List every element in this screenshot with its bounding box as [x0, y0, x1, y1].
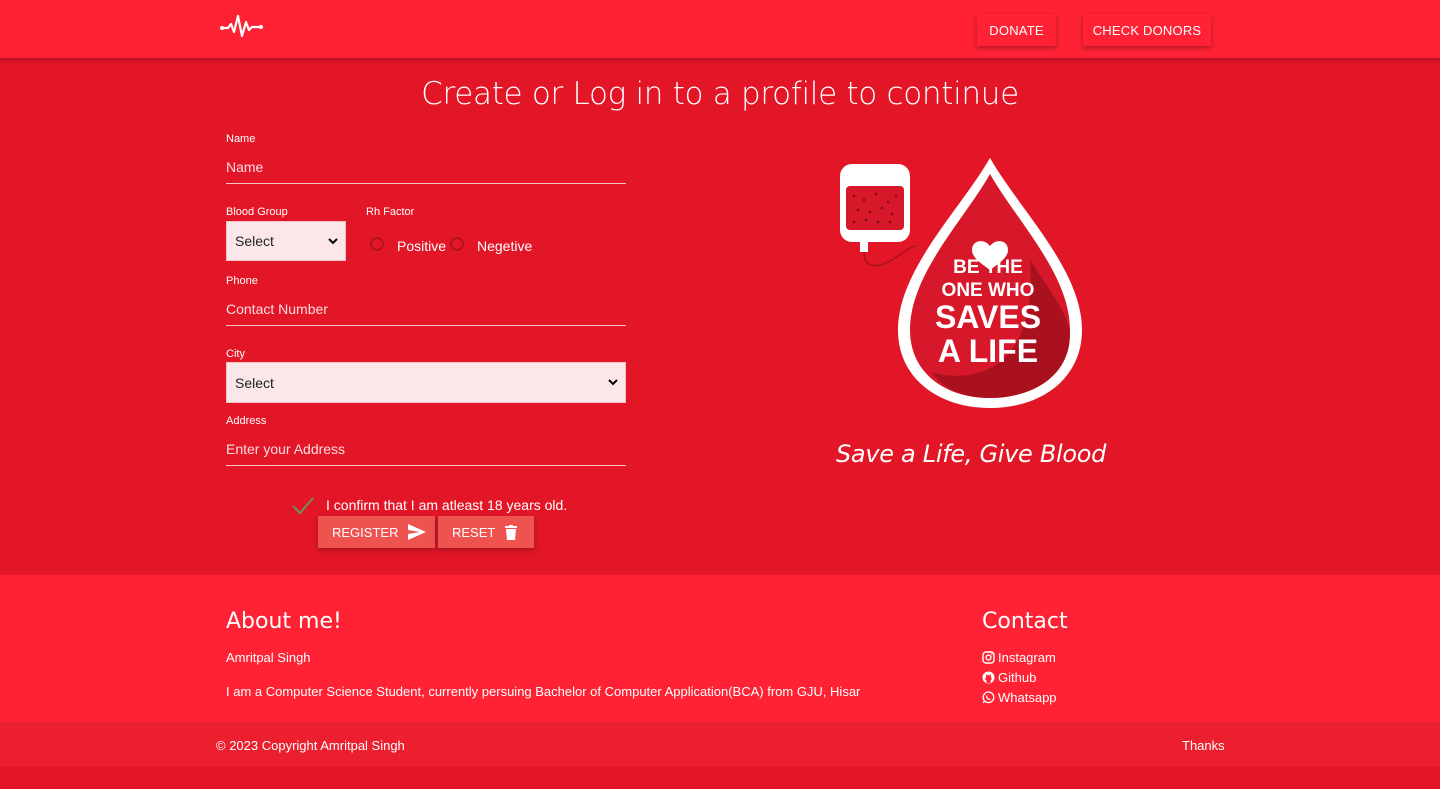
github-link[interactable]: Github	[982, 670, 1036, 685]
blood-group-select[interactable]: Select	[226, 221, 346, 261]
contact-title: Contact	[982, 609, 1068, 634]
tagline: Save a Life, Give Blood	[836, 440, 1107, 468]
github-label: Github	[998, 670, 1037, 685]
blood-group-label: Blood Group	[226, 206, 288, 218]
register-button[interactable]: REGISTER	[318, 516, 435, 548]
heartbeat-icon[interactable]	[219, 10, 265, 40]
rh-positive-radio[interactable]	[370, 237, 384, 251]
chevron-down-icon	[328, 238, 338, 245]
donate-button[interactable]: DONATE	[977, 14, 1056, 46]
about-title: About me!	[226, 609, 342, 634]
check-donors-button[interactable]: CHECK DONORS	[1083, 14, 1211, 46]
thanks-text: Thanks	[1182, 738, 1225, 753]
whatsapp-label: Whatsapp	[998, 690, 1057, 705]
send-icon	[408, 524, 427, 540]
chevron-down-icon	[608, 379, 618, 386]
address-label: Address	[226, 415, 267, 427]
reset-button[interactable]: RESET	[438, 516, 534, 548]
page-title: Create or Log in to a profile to continu…	[421, 76, 1019, 112]
address-input[interactable]	[226, 432, 626, 466]
city-label: City	[226, 348, 245, 360]
confirm-text: I confirm that I am atleast 18 years old…	[326, 497, 568, 513]
name-input[interactable]	[226, 150, 626, 184]
trash-icon	[505, 524, 518, 540]
whatsapp-icon	[982, 691, 995, 704]
phone-input[interactable]	[226, 292, 626, 326]
city-select[interactable]: Select	[226, 362, 626, 403]
city-value: Select	[235, 374, 274, 391]
phone-label: Phone	[226, 275, 258, 287]
footer: About me! Amritpal Singh I am a Computer…	[0, 575, 1440, 722]
blood-donation-illustration: BE THE ONE WHO SAVES A LIFE	[840, 158, 1082, 408]
blood-group-value: Select	[235, 233, 274, 249]
rh-negative-label: Negetive	[477, 238, 533, 254]
reset-label: RESET	[452, 524, 496, 540]
instagram-link[interactable]: Instagram	[982, 650, 1056, 665]
navbar: DONATE CHECK DONORS	[0, 0, 1440, 58]
github-icon	[982, 671, 995, 684]
badge-line-2: ONE WHO	[942, 280, 1035, 301]
rh-factor-label: Rh Factor	[366, 206, 415, 218]
about-name: Amritpal Singh	[226, 650, 311, 665]
rh-negative-radio[interactable]	[450, 237, 464, 251]
instagram-label: Instagram	[998, 650, 1056, 665]
rh-positive-label: Positive	[397, 238, 447, 254]
name-label: Name	[226, 133, 256, 145]
confirm-checkbox[interactable]	[290, 494, 316, 516]
copyright-bar: © 2023 Copyright Amritpal Singh Thanks	[0, 722, 1440, 767]
whatsapp-link[interactable]: Whatsapp	[982, 690, 1057, 705]
badge-line-3: SAVES	[935, 299, 1041, 335]
copyright-text: © 2023 Copyright Amritpal Singh	[216, 738, 405, 753]
about-description: I am a Computer Science Student, current…	[226, 684, 861, 699]
badge-line-1: BE THE	[953, 257, 1023, 278]
badge-line-4: A LIFE	[938, 333, 1038, 369]
instagram-icon	[982, 651, 995, 664]
register-label: REGISTER	[332, 524, 399, 540]
